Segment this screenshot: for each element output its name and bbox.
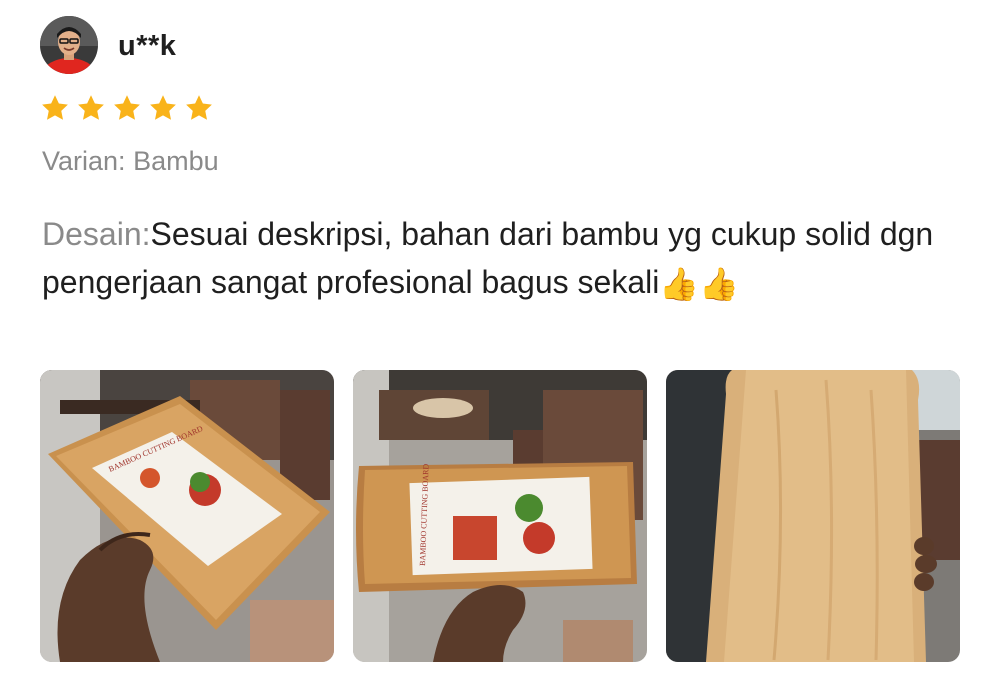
review-photo-3[interactable] xyxy=(666,370,960,662)
rating-stars xyxy=(40,93,214,123)
avatar-image xyxy=(40,16,98,74)
star-icon xyxy=(150,95,176,120)
cutting-board-photo: BAMBOO CUTTING BOARD xyxy=(40,370,334,662)
star-icon xyxy=(42,95,68,120)
cutting-board-back-photo xyxy=(666,370,960,662)
thumbs-up-icon: 👍 xyxy=(699,266,740,302)
thumbs-up-icon: 👍 xyxy=(659,266,700,302)
variant-label: Varian: xyxy=(42,146,126,176)
review-card: u**k Varian: Bambu Desain:Sesuai deskrip… xyxy=(0,0,1000,681)
review-text-body: Sesuai deskripsi, bahan dari bambu yg cu… xyxy=(42,216,934,300)
username[interactable]: u**k xyxy=(118,30,176,63)
star-icon xyxy=(78,95,104,120)
avatar[interactable] xyxy=(40,16,98,74)
variant-info: Varian: Bambu xyxy=(42,146,219,177)
review-text-label: Desain: xyxy=(42,216,151,252)
review-text: Desain:Sesuai deskripsi, bahan dari bamb… xyxy=(42,210,972,308)
star-icon xyxy=(186,95,212,120)
review-photo-2[interactable]: BAMBOO CUTTING BOARD xyxy=(353,370,647,662)
variant-value: Bambu xyxy=(133,146,219,176)
star-icon xyxy=(114,95,140,120)
review-photo-1[interactable]: BAMBOO CUTTING BOARD xyxy=(40,370,334,662)
cutting-board-photo: BAMBOO CUTTING BOARD xyxy=(353,370,647,662)
